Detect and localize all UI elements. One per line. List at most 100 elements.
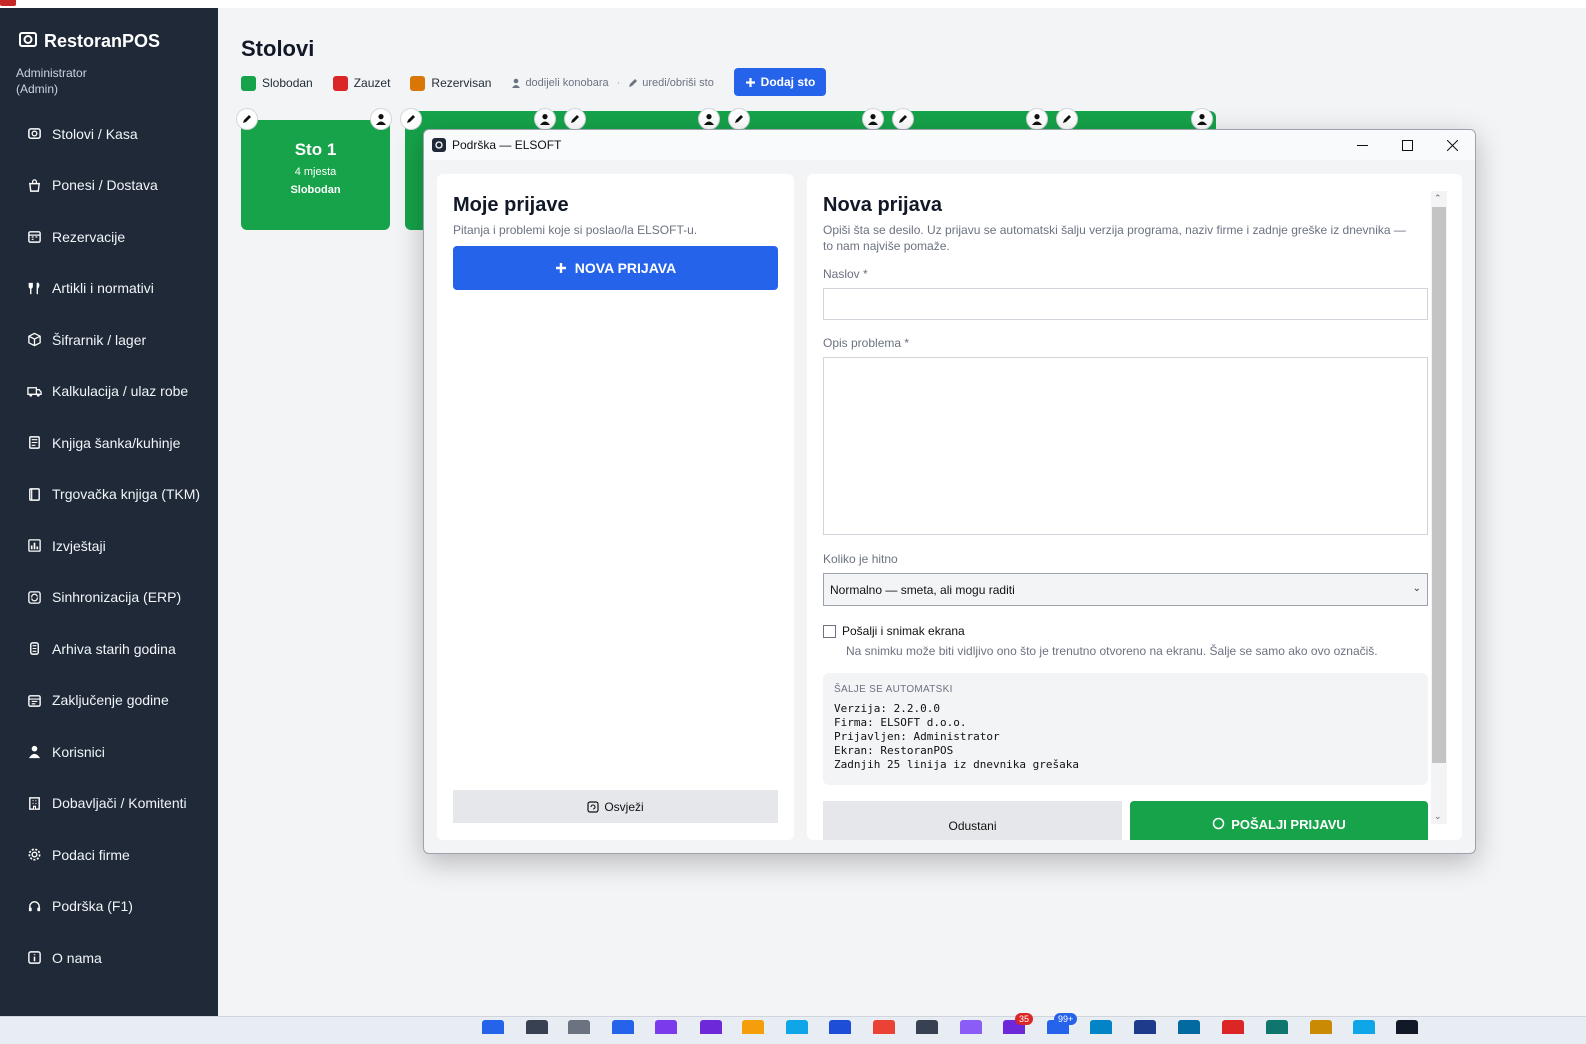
edit-table-button[interactable] [564, 108, 586, 130]
screenshot-checkbox[interactable] [823, 624, 836, 638]
app-icon [432, 138, 446, 152]
edit-table-button[interactable] [1056, 108, 1078, 130]
taskbar-app-icon[interactable] [1310, 1020, 1332, 1034]
assign-waiter-button[interactable] [1191, 108, 1213, 130]
taskbar-app-icon[interactable] [873, 1020, 895, 1034]
assign-waiter-button[interactable] [1026, 108, 1048, 130]
title-label: Naslov * [823, 267, 868, 281]
auto-info-title: ŠALJE SE AUTOMATSKI [834, 684, 953, 695]
pencil-icon [405, 113, 417, 125]
sidebar-item-8[interactable]: Trgovačka knjiga (TKM) [0, 469, 218, 521]
sidebar-item-label: Kalkulacija / ulaz robe [52, 383, 189, 400]
sidebar-item-13[interactable]: Korisnici [0, 726, 218, 778]
urgency-select[interactable]: Normalno — smeta, ali mogu raditi ⌄ [823, 573, 1428, 606]
taskbar-app-icon[interactable] [482, 1020, 504, 1034]
sync-icon [26, 589, 42, 605]
pencil-icon [897, 113, 909, 125]
edit-table-button[interactable] [400, 108, 422, 130]
sidebar-item-17[interactable]: O nama [0, 932, 218, 984]
ledger-icon [26, 486, 42, 502]
taskbar-app-icon[interactable] [1178, 1020, 1200, 1034]
taskbar-app-icon[interactable] [1090, 1020, 1112, 1034]
table-card-partial[interactable] [405, 120, 425, 230]
headset-icon [26, 898, 42, 914]
mail-badge: 99+ [1054, 1013, 1078, 1025]
sidebar-item-label: Šifrarnik / lager [52, 331, 147, 348]
scroll-down-icon[interactable]: ⌄ [1434, 811, 1442, 822]
sidebar-item-label: Izvještaji [52, 537, 106, 554]
taskbar-app-icon[interactable] [742, 1020, 764, 1034]
taskbar-app-icon[interactable] [1396, 1020, 1418, 1034]
auto-line: Zadnjih 25 linija iz dnevnika grešaka [834, 758, 1080, 771]
new-ticket-button[interactable]: NOVA PRIJAVA [453, 246, 778, 290]
edit-table-button[interactable] [892, 108, 914, 130]
cancel-button[interactable]: Odustani [823, 801, 1122, 840]
support-dialog: Podrška — ELSOFT Moje prijave Pitanja i … [423, 129, 1476, 854]
taskbar-app-icon[interactable] [960, 1020, 982, 1034]
close-button[interactable] [1430, 130, 1475, 160]
taskbar-app-icon[interactable] [655, 1020, 677, 1034]
assign-waiter-button[interactable] [862, 108, 884, 130]
book-icon [26, 435, 42, 451]
assign-waiter-button[interactable] [370, 108, 392, 130]
taskbar-app-icon[interactable] [1266, 1020, 1288, 1034]
add-table-button[interactable]: Dodaj sto [734, 68, 826, 96]
sidebar-item-10[interactable]: Sinhronizacija (ERP) [0, 572, 218, 624]
sidebar-item-2[interactable]: Ponesi / Dostava [0, 160, 218, 212]
taskbar-app-icon[interactable] [1134, 1020, 1156, 1034]
sidebar-item-4[interactable]: Artikli i normativi [0, 263, 218, 315]
assign-waiter-button[interactable] [534, 108, 556, 130]
screenshot-note: Na snimku može biti vidljivo ono što je … [846, 644, 1378, 658]
brand-name: RestoranPOS [44, 31, 161, 51]
vertical-scrollbar[interactable]: ⌃ ⌄ [1431, 191, 1447, 824]
taskbar-app-icon[interactable] [786, 1020, 808, 1034]
taskbar-app-icon[interactable] [1353, 1020, 1375, 1034]
minimize-icon [1357, 144, 1368, 146]
edit-table-button[interactable] [728, 108, 750, 130]
taskbar-app-icon[interactable] [612, 1020, 634, 1034]
scroll-up-icon[interactable]: ⌃ [1434, 193, 1442, 204]
sidebar-item-3[interactable]: Rezervacije [0, 211, 218, 263]
sidebar-item-1[interactable]: Stolovi / Kasa [0, 108, 218, 160]
sidebar-item-16[interactable]: Podrška (F1) [0, 881, 218, 933]
sidebar-item-6[interactable]: Kalkulacija / ulaz robe [0, 366, 218, 418]
refresh-button[interactable]: Osvježi [453, 790, 778, 823]
sidebar-item-5[interactable]: Šifrarnik / lager [0, 314, 218, 366]
takeaway-icon [26, 177, 42, 193]
sidebar-item-11[interactable]: Arhiva starih godina [0, 623, 218, 675]
sidebar-item-15[interactable]: Podaci firme [0, 829, 218, 881]
sidebar-item-7[interactable]: Knjiga šanka/kuhinje [0, 417, 218, 469]
dialog-titlebar[interactable]: Podrška — ELSOFT [424, 130, 1475, 160]
status-legend: Slobodan Zauzet Rezervisan dodijeli kono… [241, 74, 714, 92]
pencil-icon [1061, 113, 1073, 125]
person-icon [867, 113, 879, 125]
sidebar-item-12[interactable]: Zaključenje godine [0, 675, 218, 727]
auto-info-box: ŠALJE SE AUTOMATSKI Verzija: 2.2.0.0 Fir… [823, 673, 1428, 785]
taskbar-app-icon[interactable] [700, 1020, 722, 1034]
app-mini-icon [0, 0, 16, 6]
hint-edit: uredi/obriši sto [628, 77, 714, 89]
edit-table-button[interactable] [236, 108, 258, 130]
screenshot-option[interactable]: Pošalji i snimak ekrana [823, 624, 965, 638]
taskbar-app-icon[interactable] [526, 1020, 548, 1034]
table-card[interactable]: Sto 1 4 mjesta Slobodan [241, 120, 390, 230]
taskbar-app-icon[interactable] [568, 1020, 590, 1034]
app-top-strip [0, 0, 1586, 8]
taskbar-app-icon[interactable] [829, 1020, 851, 1034]
taskbar-app-icon[interactable] [916, 1020, 938, 1034]
maximize-button[interactable] [1385, 130, 1430, 160]
assign-waiter-button[interactable] [698, 108, 720, 130]
table-seats: 4 mjesta [294, 166, 337, 178]
title-input[interactable] [823, 288, 1428, 320]
legend-reserved-swatch [410, 75, 426, 91]
description-textarea[interactable] [823, 357, 1428, 535]
sidebar-item-14[interactable]: Dobavljači / Komitenti [0, 778, 218, 830]
info-icon [26, 950, 42, 966]
sidebar-item-9[interactable]: Izvještaji [0, 520, 218, 572]
taskbar-app-icon[interactable] [1222, 1020, 1244, 1034]
send-ticket-button[interactable]: POŠALJI PRIJAVU [1130, 801, 1428, 840]
minimize-button[interactable] [1340, 130, 1385, 160]
legend-reserved: Rezervisan [410, 75, 491, 91]
scrollbar-thumb[interactable] [1432, 207, 1446, 763]
table-status: Slobodan [290, 184, 341, 196]
